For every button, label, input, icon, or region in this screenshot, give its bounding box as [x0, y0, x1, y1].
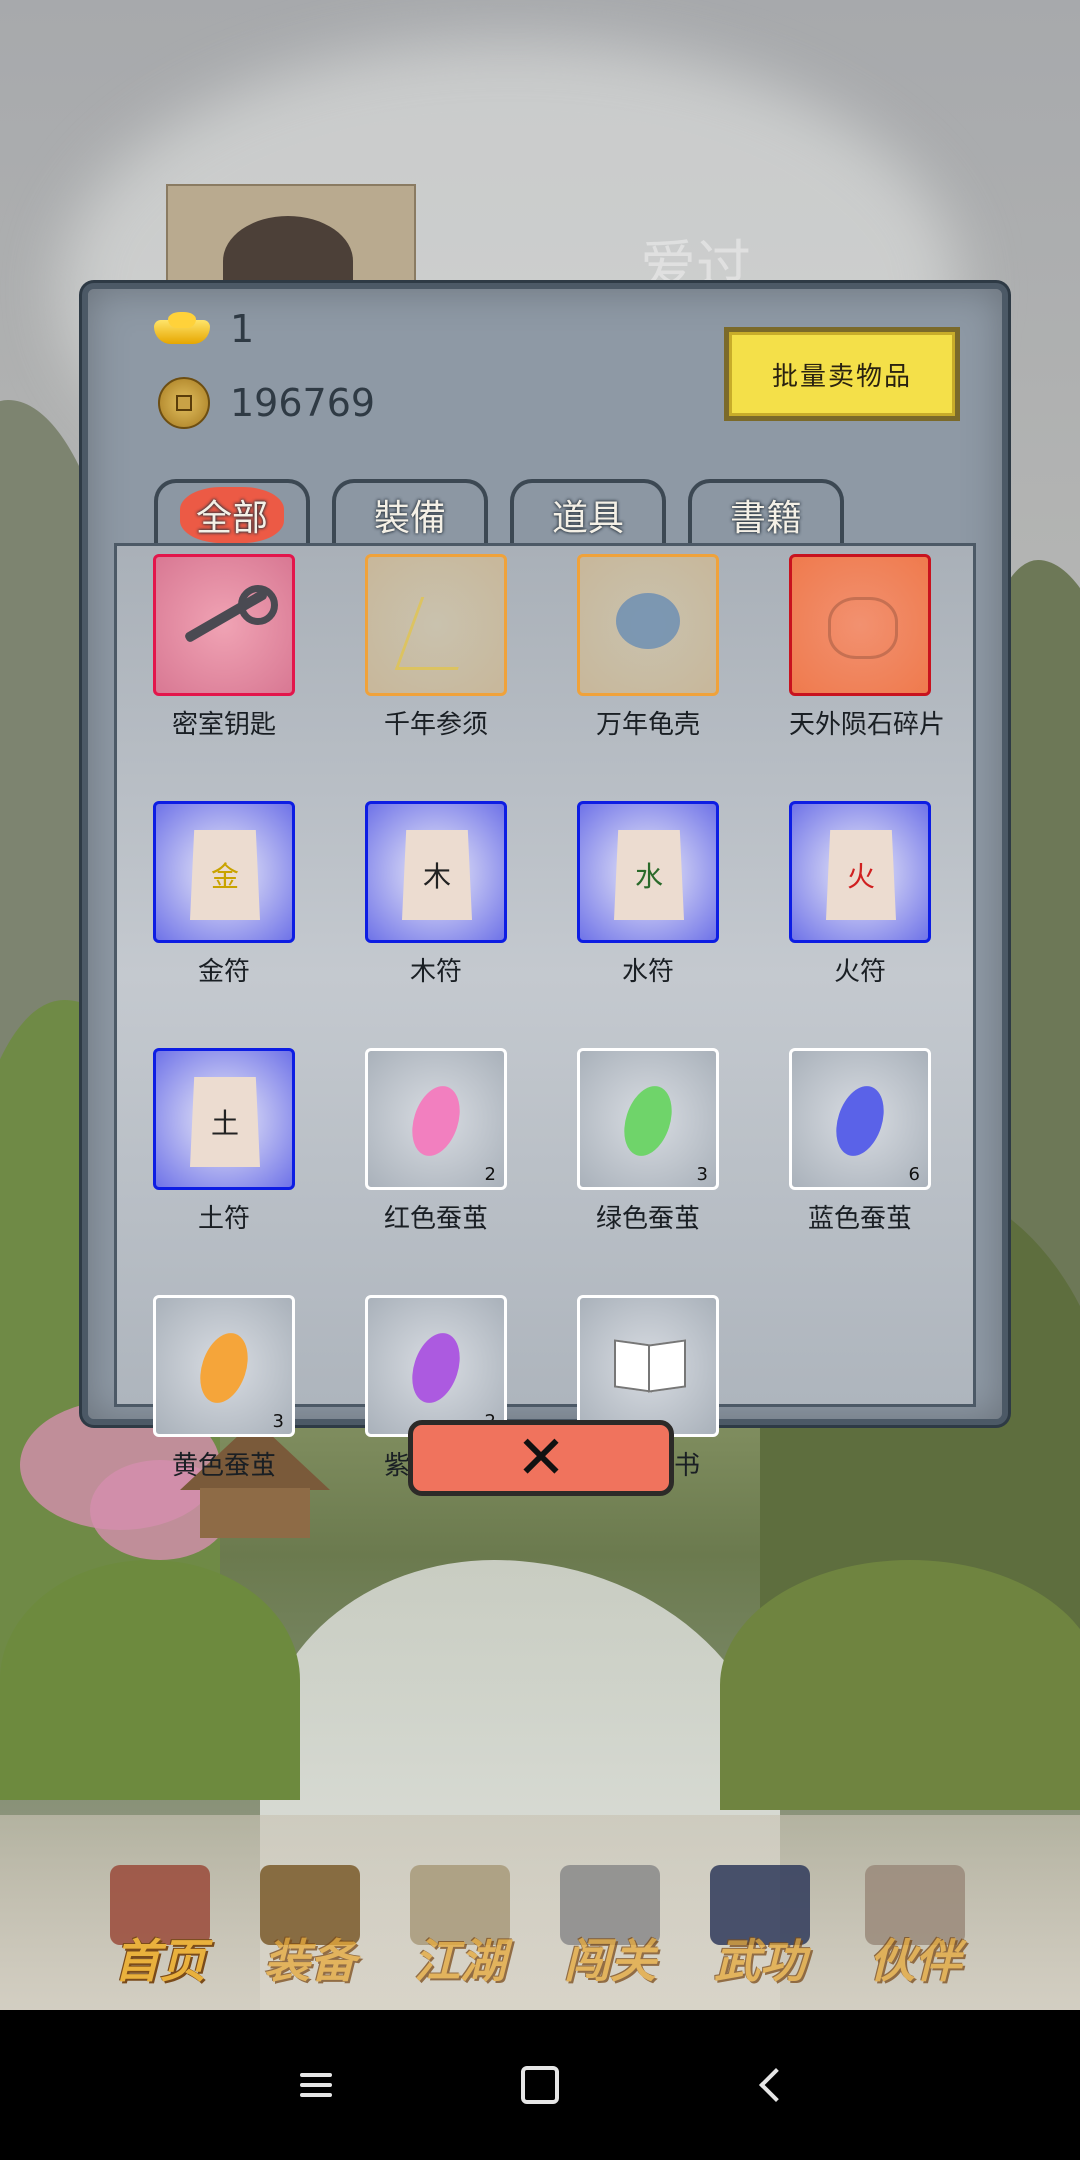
item-name: 密室钥匙	[171, 710, 276, 740]
gold-amount: 1	[230, 307, 255, 351]
back-icon[interactable]	[740, 2055, 800, 2115]
nav-label: 装备	[264, 1934, 356, 1988]
inventory-item[interactable]: 3 黄色蚕茧	[153, 1295, 295, 1482]
talisman-icon: 木	[402, 830, 472, 920]
cocoon-icon	[615, 1079, 681, 1163]
talisman-icon: 水	[614, 830, 684, 920]
inventory-dialog: 1 196769 批量卖物品 全部 裝備 道具 書籍 密室钥匙 千年参须 万年龟壳 天外陨石…	[82, 283, 1008, 1481]
tab-1[interactable]: 裝備	[332, 479, 488, 547]
category-tabs: 全部 裝備 道具 書籍	[154, 479, 844, 547]
item-slot[interactable]: 土	[153, 1048, 295, 1190]
item-slot[interactable]	[577, 554, 719, 696]
menu-icon[interactable]	[286, 2055, 346, 2115]
item-count: 3	[696, 1164, 708, 1185]
inventory-item[interactable]: 金金符	[153, 801, 295, 988]
item-name: 土符	[197, 1204, 250, 1234]
system-nav-bar	[0, 2010, 1080, 2160]
item-slot[interactable]: 水	[577, 801, 719, 943]
bottom-nav: 首页 装备 江湖 闯关 武功 伙伴	[0, 1815, 1080, 2010]
item-name: 红色蚕茧	[383, 1204, 488, 1234]
item-slot[interactable]	[577, 1295, 719, 1437]
tab-label: 道具	[551, 498, 624, 539]
item-name: 黄色蚕茧	[171, 1451, 276, 1481]
tab-2[interactable]: 道具	[510, 479, 666, 547]
item-count: 6	[908, 1164, 920, 1185]
inventory-item[interactable]: 水水符	[577, 801, 719, 988]
nav-label: 伙伴	[869, 1934, 961, 1988]
nav-house[interactable]: 首页	[90, 1855, 230, 1988]
inventory-item[interactable]: 千年参须	[365, 554, 507, 741]
nav-label: 武功	[714, 1934, 806, 1988]
nav-swords[interactable]: 闯关	[540, 1855, 680, 1988]
item-name: 蓝色蚕茧	[807, 1204, 912, 1234]
talisman-icon: 金	[190, 830, 260, 920]
inventory-item[interactable]: 3 绿色蚕茧	[577, 1048, 719, 1235]
gold-row: 1	[154, 307, 254, 351]
item-name: 天外陨石碎片	[789, 710, 946, 740]
coin-row: 196769	[158, 377, 375, 429]
item-name: 万年龟壳	[595, 710, 700, 740]
item-slot[interactable]	[365, 554, 507, 696]
meteorite-icon	[828, 597, 898, 659]
item-slot[interactable]: 3	[153, 1295, 295, 1437]
nav-label: 首页	[114, 1934, 206, 1988]
inventory-item[interactable]: 6 蓝色蚕茧	[789, 1048, 931, 1235]
cocoon-icon	[191, 1326, 257, 1410]
cocoon-icon	[403, 1079, 469, 1163]
item-slot[interactable]: 金	[153, 801, 295, 943]
turtle-shell-icon	[616, 593, 680, 649]
item-name: 火符	[833, 957, 886, 987]
home-icon[interactable]	[510, 2055, 570, 2115]
item-slot[interactable]: 3	[577, 1048, 719, 1190]
item-name: 绿色蚕茧	[595, 1204, 700, 1234]
item-name: 木符	[409, 957, 462, 987]
nav-label: 闯关	[564, 1934, 656, 1988]
hill	[720, 1560, 1080, 1810]
coin-amount: 196769	[230, 381, 376, 425]
item-slot[interactable]: 木	[365, 801, 507, 943]
gold-ingot-icon	[154, 312, 210, 346]
tab-label: 全部	[179, 487, 284, 543]
item-count: 3	[272, 1411, 284, 1432]
item-name: 金符	[197, 957, 250, 987]
inventory-item[interactable]: 土土符	[153, 1048, 295, 1235]
item-count: 2	[484, 1164, 496, 1185]
talisman-icon: 土	[190, 1077, 260, 1167]
tab-label: 裝備	[373, 498, 446, 539]
close-button[interactable]: ✕	[408, 1420, 674, 1496]
item-grid-panel: 密室钥匙 千年参须 万年龟壳 天外陨石碎片金金符木木符水水符火火符土土符 2 红色蚕茧 3 绿…	[114, 543, 976, 1481]
item-grid: 密室钥匙 千年参须 万年龟壳 天外陨石碎片金金符木木符水水符火火符土土符 2 红色蚕茧 3 绿…	[153, 554, 946, 1482]
item-name: 千年参须	[383, 710, 488, 740]
item-slot[interactable]: 2	[365, 1048, 507, 1190]
coin-icon	[158, 377, 210, 429]
nav-label: 江湖	[414, 1934, 506, 1988]
item-slot[interactable]: 6	[789, 1048, 931, 1190]
inventory-item[interactable]: 天外陨石碎片	[789, 554, 946, 741]
inventory-item[interactable]: 密室钥匙	[153, 554, 295, 741]
item-slot[interactable]	[789, 554, 931, 696]
batch-sell-button[interactable]: 批量卖物品	[724, 327, 960, 421]
inventory-item[interactable]: 万年龟壳	[577, 554, 719, 741]
inventory-item[interactable]: 2 红色蚕茧	[365, 1048, 507, 1235]
inventory-item[interactable]: 火火符	[789, 801, 931, 988]
ginseng-icon	[394, 597, 485, 670]
talisman-icon: 火	[826, 830, 896, 920]
cocoon-icon	[827, 1079, 893, 1163]
hill	[0, 1560, 300, 1800]
item-name: 水符	[621, 957, 674, 987]
tab-3[interactable]: 書籍	[688, 479, 844, 547]
nav-scroll[interactable]: 江湖	[390, 1855, 530, 1988]
cocoon-icon	[403, 1326, 469, 1410]
nav-martial-book[interactable]: 武功	[690, 1855, 830, 1988]
inventory-item[interactable]: 木木符	[365, 801, 507, 988]
item-slot[interactable]: 火	[789, 801, 931, 943]
tab-label: 書籍	[729, 498, 802, 539]
nav-companions[interactable]: 伙伴	[845, 1855, 985, 1988]
item-slot[interactable]	[153, 554, 295, 696]
nav-armor[interactable]: 装备	[240, 1855, 380, 1988]
hero-portrait[interactable]	[166, 184, 416, 306]
tab-0[interactable]: 全部	[154, 479, 310, 547]
item-slot[interactable]: 2	[365, 1295, 507, 1437]
